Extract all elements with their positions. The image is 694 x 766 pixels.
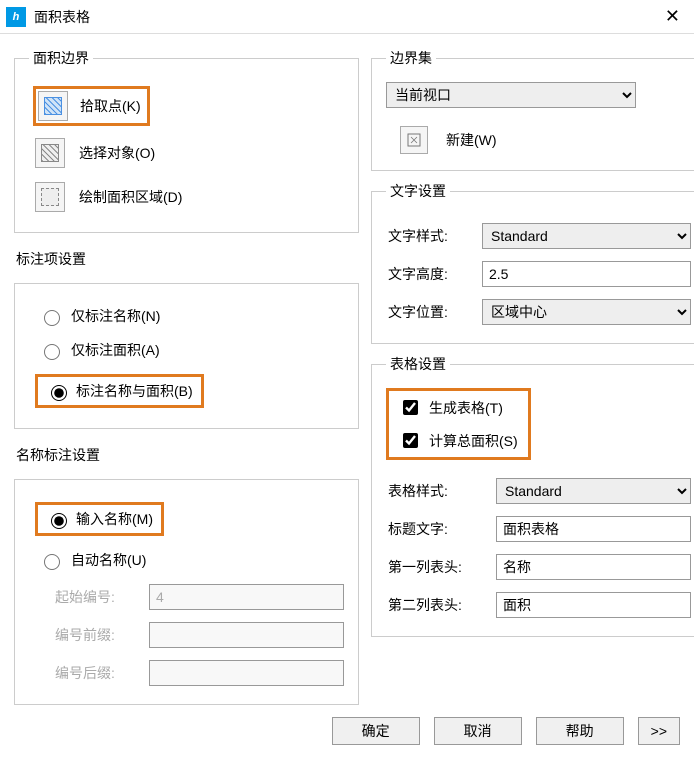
boundary-legend: 面积边界 (29, 48, 93, 68)
input-name-label[interactable]: 输入名称(M) (76, 509, 153, 529)
suffix-label: 编号后缀: (55, 663, 135, 683)
name-only-radio[interactable] (44, 310, 60, 326)
window-title: 面积表格 (34, 7, 659, 27)
new-boundary-icon-button[interactable] (400, 126, 428, 154)
table-legend: 表格设置 (386, 354, 450, 374)
boundary-group: 面积边界 拾取点(K) 选择对象(O) 绘制面积区域(D) (14, 48, 359, 233)
close-icon[interactable]: ✕ (659, 6, 686, 27)
input-name-radio[interactable] (51, 513, 67, 529)
draw-area-label[interactable]: 绘制面积区域(D) (79, 187, 182, 207)
text-height-label: 文字高度: (388, 264, 468, 284)
expand-button[interactable]: >> (638, 717, 680, 745)
naming-title: 名称标注设置 (16, 445, 359, 465)
auto-name-radio[interactable] (44, 554, 60, 570)
text-group: 文字设置 文字样式: Standard 文字高度: 文字位置: 区域中心 (371, 181, 694, 344)
text-height-input[interactable] (482, 261, 691, 287)
start-num-input (149, 584, 344, 610)
new-icon (407, 133, 421, 147)
gen-table-checkbox[interactable] (403, 400, 418, 415)
name-and-area-label[interactable]: 标注名称与面积(B) (76, 381, 193, 401)
cancel-button[interactable]: 取消 (434, 717, 522, 745)
name-only-label[interactable]: 仅标注名称(N) (71, 306, 160, 326)
col2-label: 第二列表头: (388, 595, 482, 615)
calc-total-label[interactable]: 计算总面积(S) (429, 431, 518, 451)
text-pos-select[interactable]: 区域中心 (482, 299, 691, 325)
col1-input[interactable] (496, 554, 691, 580)
text-pos-label: 文字位置: (388, 302, 468, 322)
title-text-label: 标题文字: (388, 519, 482, 539)
naming-group: 输入名称(M) 自动名称(U) 起始编号: 编号前缀: 编号后缀: (14, 479, 359, 705)
text-style-label: 文字样式: (388, 226, 468, 246)
gen-table-label[interactable]: 生成表格(T) (429, 398, 503, 418)
area-only-radio[interactable] (44, 344, 60, 360)
annotation-group: 仅标注名称(N) 仅标注面积(A) 标注名称与面积(B) (14, 283, 359, 429)
ok-button[interactable]: 确定 (332, 717, 420, 745)
col1-label: 第一列表头: (388, 557, 482, 577)
table-group: 表格设置 生成表格(T) 计算总面积(S) 表格样式: Standard 标题文… (371, 354, 694, 637)
viewport-select[interactable]: 当前视口 (386, 82, 636, 108)
app-icon: h (6, 7, 26, 27)
prefix-input (149, 622, 344, 648)
table-style-select[interactable]: Standard (496, 478, 691, 504)
title-text-input[interactable] (496, 516, 691, 542)
text-legend: 文字设置 (386, 181, 450, 201)
suffix-input (149, 660, 344, 686)
start-num-label: 起始编号: (55, 587, 135, 607)
table-style-label: 表格样式: (388, 481, 482, 501)
draw-area-icon-button[interactable] (35, 182, 65, 212)
area-only-label[interactable]: 仅标注面积(A) (71, 340, 160, 360)
new-boundary-label[interactable]: 新建(W) (446, 130, 497, 150)
pick-point-label[interactable]: 拾取点(K) (80, 96, 141, 116)
pick-point-icon-button[interactable] (38, 91, 68, 121)
boundary-set-group: 边界集 当前视口 新建(W) (371, 48, 694, 171)
name-and-area-radio[interactable] (51, 385, 67, 401)
help-button[interactable]: 帮助 (536, 717, 624, 745)
annotation-title: 标注项设置 (16, 249, 359, 269)
prefix-label: 编号前缀: (55, 625, 135, 645)
calc-total-checkbox[interactable] (403, 433, 418, 448)
select-object-label[interactable]: 选择对象(O) (79, 143, 155, 163)
auto-name-label[interactable]: 自动名称(U) (71, 550, 146, 570)
select-object-icon-button[interactable] (35, 138, 65, 168)
col2-input[interactable] (496, 592, 691, 618)
boundary-set-legend: 边界集 (386, 48, 436, 68)
text-style-select[interactable]: Standard (482, 223, 691, 249)
